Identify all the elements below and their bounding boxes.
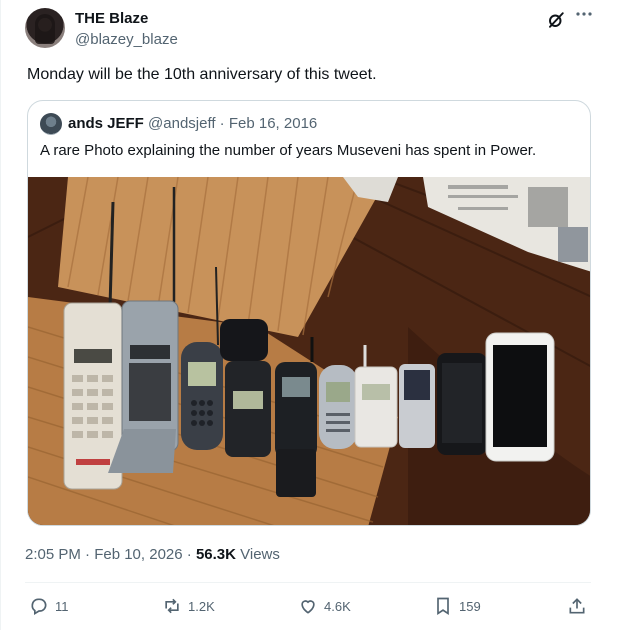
timestamp-text[interactable]: 2:05 PM · Feb 10, 2026 · bbox=[25, 546, 196, 563]
heart-icon bbox=[301, 600, 315, 614]
author-display-name[interactable]: THE Blaze bbox=[75, 10, 148, 27]
like-count: 4.6K bbox=[324, 598, 351, 614]
repost-icon bbox=[165, 598, 179, 614]
share-icon bbox=[569, 598, 585, 614]
reply-count: 11 bbox=[55, 598, 69, 614]
quoted-author-avatar[interactable] bbox=[40, 113, 62, 135]
views-label: Views bbox=[235, 546, 280, 563]
views-count: 56.3K bbox=[195, 546, 236, 563]
bookmark-count: 159 bbox=[459, 598, 481, 614]
reply-button[interactable]: 11 bbox=[29, 594, 69, 618]
tweet-text: Monday will be the 10th anniversary of t… bbox=[27, 66, 377, 83]
repost-count: 1.2K bbox=[188, 598, 215, 614]
more-options-icon[interactable] bbox=[575, 8, 593, 26]
quoted-header: ands JEFF @andsjeff · Feb 16, 2016 bbox=[68, 115, 317, 132]
action-divider bbox=[25, 582, 591, 583]
author-handle[interactable]: @blazey_blaze bbox=[75, 31, 178, 48]
tweet-card: THE Blaze @blazey_blaze Monday will be t… bbox=[0, 0, 618, 630]
tweet-timestamp[interactable]: 2:05 PM · Feb 10, 2026 · 56.3K Views bbox=[25, 546, 280, 563]
author-avatar[interactable] bbox=[25, 8, 65, 48]
quoted-photo[interactable] bbox=[28, 177, 591, 526]
bookmark-icon bbox=[437, 597, 449, 616]
grok-icon[interactable] bbox=[547, 11, 565, 29]
quoted-tweet[interactable]: ands JEFF @andsjeff · Feb 16, 2016 A rar… bbox=[27, 100, 591, 526]
quoted-text: A rare Photo explaining the number of ye… bbox=[40, 142, 537, 159]
action-bar: 11 1.2K 4.6K 159 bbox=[25, 594, 595, 618]
repost-button[interactable]: 1.2K bbox=[162, 594, 215, 618]
bookmark-button[interactable]: 159 bbox=[433, 594, 481, 618]
reply-icon bbox=[31, 598, 47, 615]
quoted-author-meta: @andsjeff · Feb 16, 2016 bbox=[143, 115, 318, 132]
share-button[interactable] bbox=[567, 594, 587, 618]
like-button[interactable]: 4.6K bbox=[298, 594, 351, 618]
quoted-author-name[interactable]: ands JEFF bbox=[68, 115, 144, 132]
